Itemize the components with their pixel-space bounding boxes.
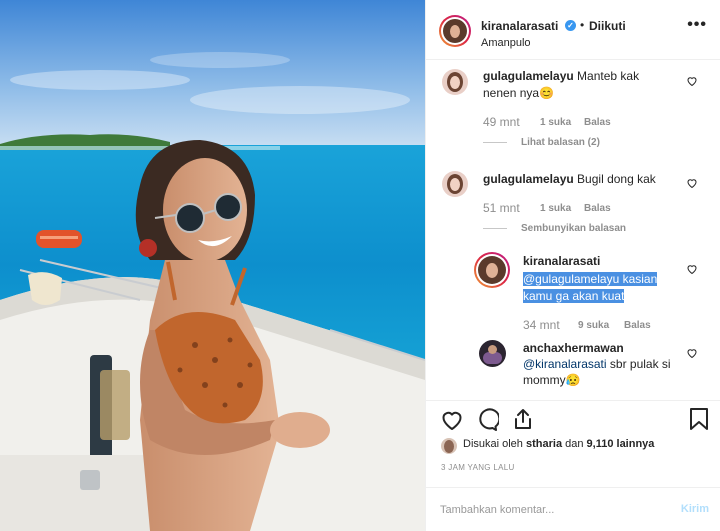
reply-text-cont: mommy [523,373,566,387]
sad-emoji-icon: 😥 [565,373,581,387]
comment-icon[interactable] [475,408,499,432]
reply-button[interactable]: Balas [624,320,651,331]
comment-list[interactable]: gulagulamelayu Manteb kak nenen nya😊 49 … [426,60,720,400]
more-options-icon[interactable]: ••• [687,16,707,34]
reply-button[interactable]: Balas [584,117,611,128]
share-icon[interactable] [511,407,535,431]
reply-avatar[interactable] [478,256,506,284]
verified-badge-icon: ✓ [565,20,576,31]
action-bar [426,400,720,436]
reply-time: 34 mnt [523,318,560,332]
post-detail-panel: kiranalarasati ✓ • Diikuti Amanpulo ••• … [425,0,720,531]
comment-text-cont: nenen nya [483,86,540,100]
comment-like-count[interactable]: 1 suka [540,203,571,214]
reply-like-count[interactable]: 9 suka [578,320,609,331]
reply-mention[interactable]: @kiranalarasati [523,357,607,371]
view-replies-button[interactable]: Lihat balasan (2) [521,137,600,148]
replies-divider [483,142,507,143]
post-photo[interactable] [0,0,425,531]
reply-username[interactable]: anchaxhermawan [523,341,624,355]
comment-time: 51 mnt [483,201,520,215]
post-location[interactable]: Amanpulo [481,37,531,49]
hide-replies-button[interactable]: Sembunyikan balasan [521,223,626,234]
comment-text: Manteb kak [577,69,640,83]
comment-like-heart-icon[interactable] [686,75,698,87]
header-separator: • [580,18,585,32]
follow-status-button[interactable]: Diikuti [589,19,626,33]
liker-avatar[interactable] [441,438,457,454]
replies-divider [483,228,507,229]
smile-emoji-icon: 😊 [539,86,555,100]
likes-summary[interactable]: Disukai oleh stharia dan 9,110 lainnya [463,438,654,450]
add-comment-bar: Kirim [426,487,720,531]
beach-boat-photo [0,0,425,531]
reply-username[interactable]: kiranalarasati [523,254,600,268]
reply-text-selected: kamu ga akan kuat [523,289,625,303]
comment-text: Bugil dong kak [577,172,656,186]
reply-avatar[interactable] [479,340,506,367]
likes-user[interactable]: stharia [526,438,562,450]
comment-input[interactable] [440,501,670,519]
comment-time: 49 mnt [483,115,520,129]
likes-count[interactable]: 9,110 lainnya [587,438,655,450]
reply-button[interactable]: Balas [584,203,611,214]
likes-prefix: Disukai oleh [463,438,526,450]
post-timestamp[interactable]: 3 JAM YANG LALU [441,463,515,472]
post-header: kiranalarasati ✓ • Diikuti Amanpulo ••• [426,0,720,60]
reply-like-heart-icon[interactable] [686,263,698,275]
reply-like-heart-icon[interactable] [686,347,698,359]
post-comment-button[interactable]: Kirim [681,503,709,515]
comment-like-count[interactable]: 1 suka [540,117,571,128]
reply-text: sbr pulak si [606,357,671,371]
commenter-avatar[interactable] [442,171,468,197]
heart-icon[interactable] [440,408,464,432]
comment-username[interactable]: gulagulamelayu [483,69,574,83]
comment-like-heart-icon[interactable] [686,177,698,189]
commenter-avatar[interactable] [442,69,468,95]
author-avatar[interactable] [443,19,467,43]
likes-middle: dan [562,438,587,450]
bookmark-icon[interactable] [688,407,710,431]
author-username[interactable]: kiranalarasati [481,19,558,33]
reply-mention-selected[interactable]: @gulagulamelayu kasian [523,272,658,286]
comment-username[interactable]: gulagulamelayu [483,172,574,186]
